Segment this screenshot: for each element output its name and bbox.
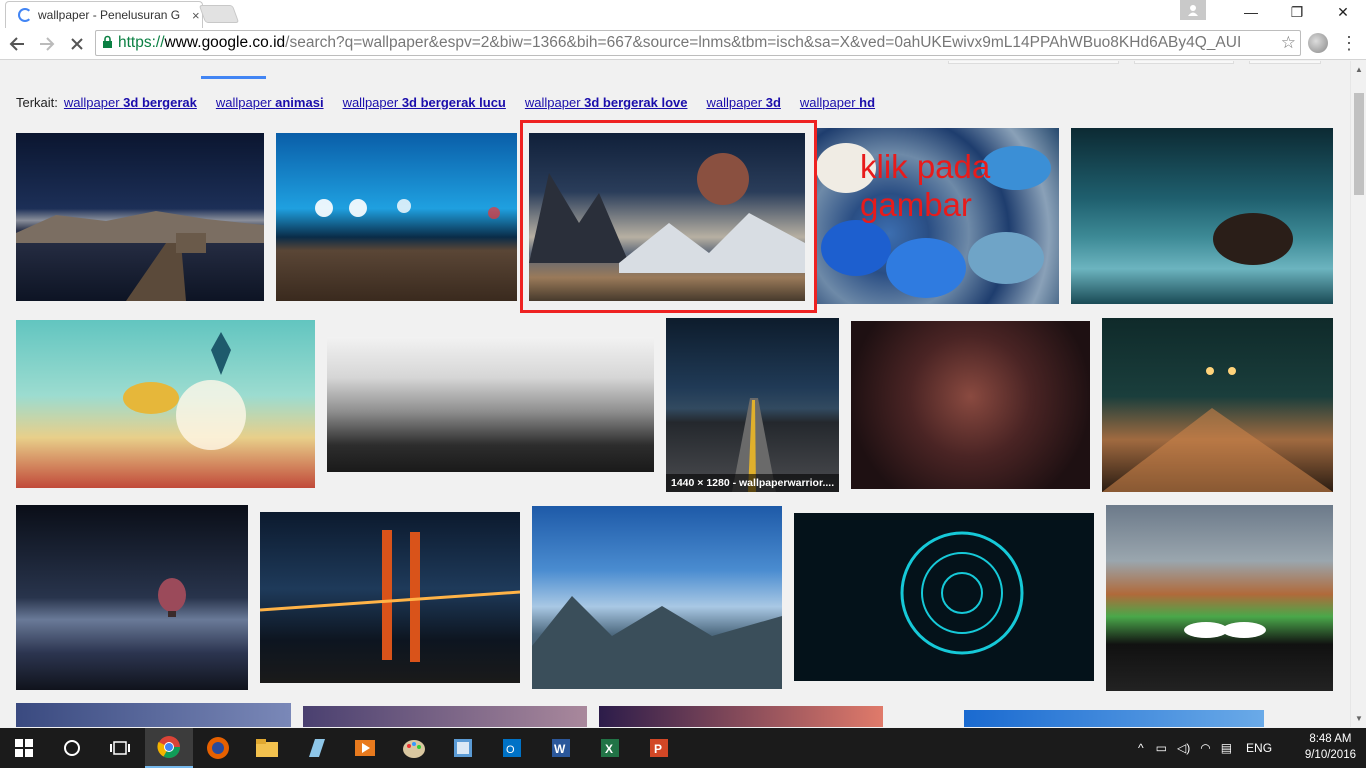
image-result[interactable] <box>532 506 782 689</box>
close-button[interactable]: ✕ <box>1320 0 1366 24</box>
image-result[interactable] <box>1106 505 1333 691</box>
image-result[interactable] <box>599 706 883 727</box>
chrome-menu-icon[interactable]: ⋮ <box>1340 33 1358 54</box>
svg-text:P: P <box>654 742 662 756</box>
svg-text:X: X <box>605 742 613 756</box>
highlight-box <box>520 120 817 313</box>
tray-expand-icon[interactable]: ^ <box>1138 741 1144 755</box>
search-icon[interactable] <box>48 728 96 768</box>
image-caption: 1440 × 1280 - wallpaperwarrior.... <box>666 474 839 492</box>
scrollbar-thumb[interactable] <box>1354 93 1364 195</box>
toolbar-button-remnant[interactable] <box>1134 61 1234 64</box>
minimize-button[interactable]: — <box>1228 0 1274 24</box>
related-searches: Terkait: wallpaper 3d bergerak wallpaper… <box>16 95 894 110</box>
notification-icon[interactable]: ▤ <box>1221 741 1232 755</box>
related-link[interactable]: wallpaper 3d bergerak lucu <box>343 95 506 110</box>
related-link[interactable]: wallpaper animasi <box>216 95 324 110</box>
language-indicator[interactable]: ENG <box>1246 741 1272 755</box>
toolbar-button-remnant[interactable] <box>948 61 1119 64</box>
chrome-taskbar-icon[interactable] <box>145 728 193 768</box>
outlook-icon[interactable]: O <box>488 728 536 768</box>
tab-title: wallpaper - Penelusuran G <box>38 8 181 22</box>
annotation-text: klik pada gambar <box>860 148 990 224</box>
related-link[interactable]: wallpaper 3d bergerak <box>64 95 197 110</box>
annotation-line-2: gambar <box>860 186 972 223</box>
system-tray: ^ ▭ ◁) ◠ ▤ ENG <box>1138 728 1272 768</box>
image-result[interactable] <box>16 505 248 690</box>
start-button[interactable] <box>0 728 48 768</box>
image-result[interactable] <box>260 512 520 683</box>
windows-taskbar: O W X P ^ ▭ ◁) ◠ ▤ ENG 8:48 AM 9/10/2016 <box>0 728 1366 768</box>
paint-icon[interactable] <box>390 728 438 768</box>
image-result[interactable] <box>1102 318 1333 492</box>
clock-time: 8:48 AM <box>1309 733 1352 745</box>
app-taskbar-icon[interactable] <box>292 728 340 768</box>
page-content: Terkait: wallpaper 3d bergerak wallpaper… <box>0 61 1350 727</box>
url-path: /search?q=wallpaper&espv=2&biw=1366&bih=… <box>285 34 1242 51</box>
loading-spinner-icon <box>18 8 32 22</box>
browser-tab[interactable]: wallpaper - Penelusuran G × <box>5 1 203 28</box>
related-link[interactable]: wallpaper 3d <box>706 95 780 110</box>
svg-text:W: W <box>554 742 566 756</box>
maximize-button[interactable]: ❐ <box>1274 0 1320 24</box>
forward-button[interactable] <box>34 31 60 57</box>
svg-text:O: O <box>506 744 515 756</box>
profile-icon[interactable] <box>1180 0 1206 20</box>
page-scrollbar[interactable]: ▲ ▼ <box>1350 61 1366 727</box>
image-result[interactable] <box>851 321 1090 489</box>
bookmark-star-icon[interactable]: ☆ <box>1281 33 1296 53</box>
image-result[interactable] <box>16 133 264 301</box>
url-scheme: https:// <box>118 34 165 51</box>
image-result[interactable] <box>276 133 517 301</box>
related-link[interactable]: wallpaper hd <box>800 95 875 110</box>
image-result[interactable] <box>16 703 291 727</box>
tab-close-icon[interactable]: × <box>192 8 200 23</box>
scroll-down-arrow-icon[interactable]: ▼ <box>1355 714 1363 723</box>
excel-icon[interactable]: X <box>586 728 634 768</box>
lock-icon[interactable] <box>102 35 113 51</box>
media-player-icon[interactable] <box>341 728 389 768</box>
related-label: Terkait: <box>16 95 58 110</box>
related-link[interactable]: wallpaper 3d bergerak love <box>525 95 688 110</box>
powerpoint-icon[interactable]: P <box>635 728 683 768</box>
new-tab-button[interactable] <box>198 5 240 23</box>
tab-strip: wallpaper - Penelusuran G × — ❐ ✕ <box>0 0 1366 28</box>
system-clock[interactable]: 8:48 AM 9/10/2016 <box>1305 731 1356 763</box>
battery-icon[interactable]: ▭ <box>1156 741 1167 755</box>
back-button[interactable] <box>4 31 30 57</box>
url-host: www.google.co.id <box>164 34 286 51</box>
image-result[interactable] <box>303 706 587 727</box>
image-result[interactable] <box>794 513 1094 681</box>
image-result[interactable]: 1440 × 1280 - wallpaperwarrior.... <box>666 318 839 492</box>
stop-loading-button[interactable] <box>64 31 90 57</box>
image-result[interactable] <box>964 710 1264 727</box>
extension-icon[interactable] <box>1308 33 1328 53</box>
clock-date: 9/10/2016 <box>1304 749 1356 761</box>
address-bar[interactable]: https://www.google.co.id/search?q=wallpa… <box>95 30 1301 56</box>
wifi-icon[interactable]: ◠ <box>1200 741 1210 755</box>
images-tab-indicator <box>201 76 266 79</box>
firefox-taskbar-icon[interactable] <box>194 728 242 768</box>
image-result[interactable] <box>1071 128 1333 304</box>
scroll-up-arrow-icon[interactable]: ▲ <box>1355 65 1363 74</box>
image-result[interactable] <box>327 337 654 472</box>
image-result[interactable] <box>16 320 315 488</box>
toolbar-button-remnant[interactable] <box>1249 61 1321 64</box>
annotation-line-1: klik pada <box>860 148 991 185</box>
volume-icon[interactable]: ◁) <box>1177 741 1190 755</box>
photo-viewer-icon[interactable] <box>439 728 487 768</box>
task-view-icon[interactable] <box>96 728 144 768</box>
file-explorer-icon[interactable] <box>243 728 291 768</box>
browser-toolbar: https://www.google.co.id/search?q=wallpa… <box>0 28 1366 60</box>
word-icon[interactable]: W <box>537 728 585 768</box>
